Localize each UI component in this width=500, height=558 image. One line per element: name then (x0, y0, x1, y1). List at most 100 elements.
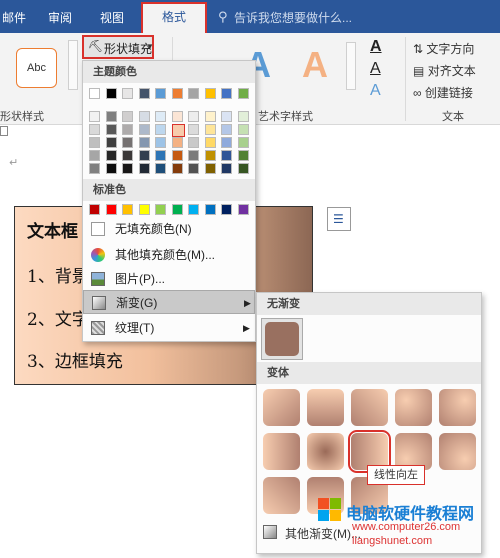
gradient-variant-tile[interactable] (263, 433, 300, 470)
theme-color-swatch[interactable] (188, 88, 199, 99)
standard-color-swatch[interactable] (188, 204, 199, 215)
wordart-style-orange[interactable]: A (302, 44, 328, 86)
theme-color-swatch[interactable] (188, 124, 199, 135)
theme-color-swatch[interactable] (155, 137, 166, 148)
texture-item[interactable]: 纹理(T) ▶ (83, 316, 255, 340)
gradient-variant-tile[interactable] (439, 433, 476, 470)
more-fill-colors-item[interactable]: 其他填充颜色(M)... (83, 243, 255, 267)
gradient-variant-tile[interactable] (351, 389, 388, 426)
standard-color-swatch[interactable] (221, 204, 232, 215)
theme-color-swatch[interactable] (237, 163, 249, 174)
theme-color-swatch[interactable] (237, 150, 249, 161)
theme-color-swatch[interactable] (122, 163, 133, 174)
theme-color-swatch[interactable] (155, 124, 166, 135)
theme-color-swatch[interactable] (221, 150, 232, 161)
theme-color-swatch[interactable] (105, 150, 117, 161)
theme-color-swatch[interactable] (204, 163, 216, 174)
gradient-variant-tile[interactable] (263, 477, 300, 514)
theme-color-swatch[interactable] (138, 88, 150, 99)
standard-color-swatch[interactable] (237, 204, 249, 215)
theme-color-swatch[interactable] (188, 111, 199, 122)
wordart-styles-scroll[interactable] (346, 42, 356, 90)
theme-color-swatch[interactable] (105, 137, 117, 148)
theme-color-swatch[interactable] (89, 111, 100, 122)
theme-color-swatch[interactable] (138, 124, 150, 135)
text-effects-icon[interactable]: A (370, 82, 381, 100)
theme-color-swatch[interactable] (105, 111, 117, 122)
theme-color-swatch[interactable] (221, 124, 232, 135)
gradient-variant-tile[interactable] (307, 433, 344, 470)
create-link-button[interactable]: ∞ 创建链接 (413, 84, 473, 101)
theme-color-swatch[interactable] (89, 88, 100, 99)
tab-review[interactable]: 审阅 (48, 9, 72, 26)
shape-styles-scroll[interactable] (68, 40, 78, 90)
tab-mailings[interactable]: 邮件 (2, 9, 26, 26)
theme-color-swatch[interactable] (204, 111, 216, 122)
text-direction-button[interactable]: ⇅ 文字方向 (413, 40, 474, 57)
standard-color-swatch[interactable] (122, 204, 133, 215)
text-fill-icon[interactable]: A (370, 38, 382, 56)
theme-color-swatch[interactable] (221, 88, 232, 99)
gradient-variant-tile[interactable] (395, 389, 432, 426)
theme-color-swatch[interactable] (105, 124, 117, 135)
text-outline-icon[interactable]: A (370, 60, 381, 78)
theme-color-swatch[interactable] (138, 111, 150, 122)
theme-color-swatch[interactable] (122, 150, 133, 161)
theme-color-swatch[interactable] (237, 88, 249, 99)
gradient-variant-tile[interactable] (263, 389, 300, 426)
theme-color-swatch[interactable] (221, 111, 232, 122)
no-gradient-option[interactable] (261, 318, 303, 360)
theme-color-swatch[interactable] (138, 137, 150, 148)
theme-color-swatch[interactable] (122, 124, 133, 135)
theme-color-swatch[interactable] (155, 150, 166, 161)
theme-color-swatch[interactable] (89, 137, 100, 148)
theme-color-swatch[interactable] (89, 124, 100, 135)
layout-options-button[interactable]: ☰ (327, 207, 351, 231)
standard-color-swatch[interactable] (171, 204, 183, 215)
theme-color-swatch[interactable] (188, 150, 199, 161)
theme-color-swatch[interactable] (155, 111, 166, 122)
theme-color-swatch[interactable] (89, 150, 100, 161)
theme-color-swatch[interactable] (122, 137, 133, 148)
theme-color-swatch[interactable] (155, 163, 166, 174)
theme-color-swatch[interactable] (204, 124, 216, 135)
theme-color-swatch[interactable] (138, 163, 150, 174)
theme-color-swatch[interactable] (171, 111, 183, 122)
theme-color-swatch[interactable] (138, 150, 150, 161)
theme-color-swatch[interactable] (171, 163, 183, 174)
theme-color-swatch[interactable] (221, 163, 232, 174)
theme-color-swatch[interactable] (204, 150, 216, 161)
theme-color-swatch[interactable] (105, 88, 117, 99)
shape-fill-button[interactable]: ⛏ 形状填充 ▼ (82, 35, 154, 59)
theme-color-swatch[interactable] (105, 163, 117, 174)
theme-color-swatch[interactable] (89, 163, 100, 174)
align-text-button[interactable]: ▤ 对齐文本 (413, 62, 476, 79)
theme-color-swatch[interactable] (221, 137, 232, 148)
theme-color-swatch[interactable] (171, 150, 183, 161)
gradient-variant-tile[interactable] (307, 389, 344, 426)
theme-color-swatch[interactable] (171, 137, 183, 148)
theme-color-swatch[interactable] (237, 124, 249, 135)
theme-color-swatch[interactable] (204, 137, 216, 148)
theme-color-swatch[interactable] (237, 137, 249, 148)
standard-color-swatch[interactable] (204, 204, 216, 215)
tab-view[interactable]: 视图 (100, 9, 124, 26)
standard-color-swatch[interactable] (89, 204, 100, 215)
tab-format[interactable]: 格式 (141, 2, 207, 33)
theme-color-swatch[interactable] (155, 88, 166, 99)
gradient-item[interactable]: 渐变(G) ▶ (83, 290, 255, 314)
shape-style-preview[interactable]: Abc (16, 48, 57, 88)
standard-color-swatch[interactable] (138, 204, 150, 215)
tell-me-search[interactable]: 告诉我您想要做什么... (234, 9, 352, 26)
picture-fill-item[interactable]: 图片(P)... (83, 267, 255, 291)
theme-color-swatch[interactable] (122, 111, 133, 122)
standard-color-swatch[interactable] (105, 204, 117, 215)
theme-color-swatch[interactable] (237, 111, 249, 122)
more-gradients-item[interactable]: 其他渐变(M)... (285, 525, 361, 542)
gradient-variant-tile[interactable] (439, 389, 476, 426)
theme-color-swatch[interactable] (171, 124, 185, 137)
theme-color-swatch[interactable] (188, 163, 199, 174)
theme-color-swatch[interactable] (188, 137, 199, 148)
theme-color-swatch[interactable] (171, 88, 183, 99)
theme-color-swatch[interactable] (122, 88, 133, 99)
